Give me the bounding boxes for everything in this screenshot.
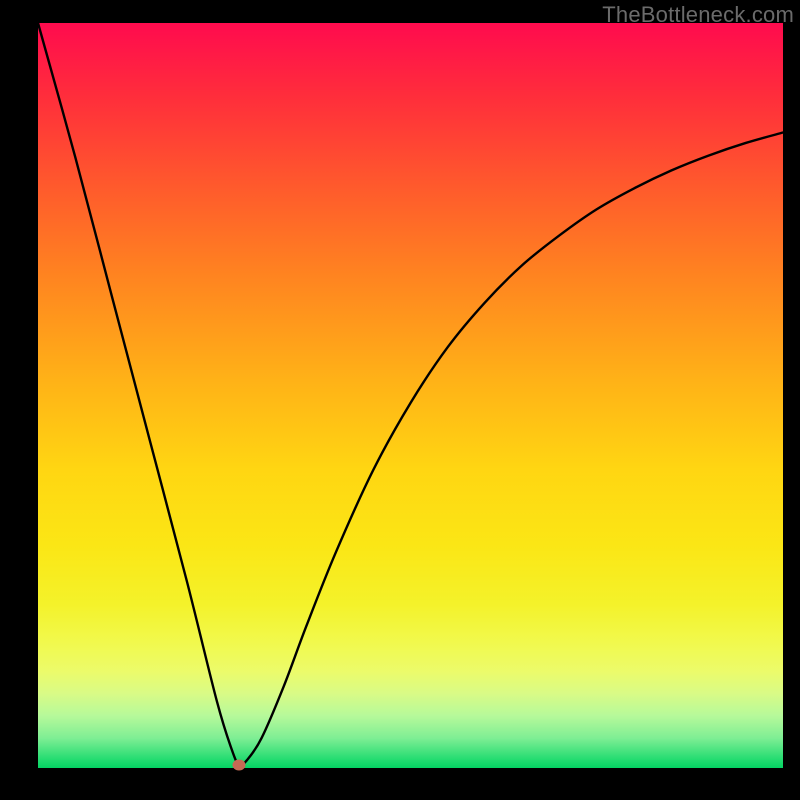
watermark-text: TheBottleneck.com bbox=[602, 2, 794, 28]
bottleneck-curve bbox=[38, 23, 783, 766]
curve-svg bbox=[38, 23, 783, 768]
chart-frame: TheBottleneck.com bbox=[0, 0, 800, 800]
min-marker bbox=[233, 760, 246, 771]
plot-area bbox=[38, 23, 783, 768]
